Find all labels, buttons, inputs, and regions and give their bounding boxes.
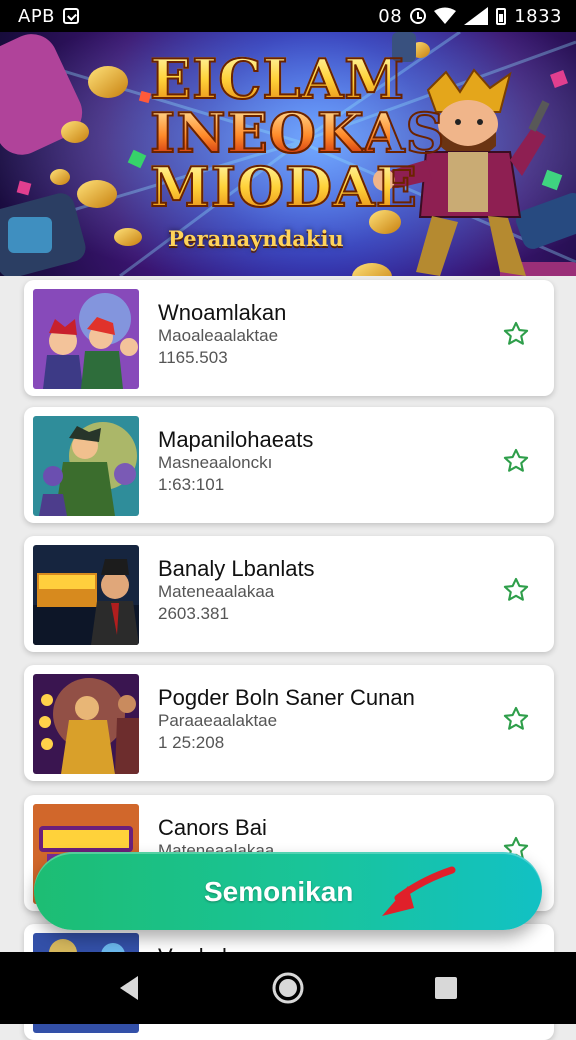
item-subtitle: Maoaleaalaktae <box>158 326 279 345</box>
game-thumbnail <box>33 289 139 389</box>
item-title: Mapanilohaeats <box>158 427 314 452</box>
status-indicator: 08 <box>378 5 403 27</box>
primary-cta-button[interactable]: Semonikan <box>34 852 542 930</box>
banner-title: EICLAM INEOKAS MIODAE <box>149 47 446 219</box>
list-item[interactable]: Banaly Lbanlats Mateneaalakaa 2603.381 <box>24 536 554 652</box>
item-subtitle: Mateneaalakaa <box>158 582 275 601</box>
list-item[interactable]: Mapanilohaeats Masneaalonckı 1:63:101 <box>24 407 554 523</box>
red-arrow-icon <box>382 866 456 916</box>
clock-time: 1833 <box>514 5 562 27</box>
star-outline-icon[interactable] <box>502 576 530 604</box>
status-right: 08 1833 <box>378 6 562 27</box>
cta-label: Semonikan <box>204 876 354 907</box>
item-count: 2603.381 <box>158 604 229 623</box>
item-title: Banaly Lbanlats <box>158 556 315 581</box>
battery-icon <box>496 7 507 25</box>
item-count: 1165.503 <box>158 348 228 367</box>
item-count: 1 25:208 <box>158 733 225 752</box>
alarm-icon <box>410 8 427 24</box>
item-count: 1:63:101 <box>158 475 225 494</box>
game-thumbnail <box>33 416 139 516</box>
status-bar: APB 08 1833 <box>0 0 576 32</box>
back-triangle-icon[interactable] <box>112 970 148 1006</box>
banner-title-line3: MIODAE <box>149 155 418 219</box>
star-outline-icon[interactable] <box>502 320 530 348</box>
signal-icon <box>464 7 489 25</box>
list-item[interactable]: Pogder Boln Saner Cunan Paraaeaalaktae 1… <box>24 665 554 781</box>
item-title: Canors Bai <box>158 815 267 840</box>
status-left: APB <box>18 5 80 27</box>
item-subtitle: Masneaalonckı <box>158 453 273 472</box>
list-item[interactable]: Wnoamlakan Maoaleaalaktae 1165.503 <box>24 280 554 396</box>
home-circle-icon[interactable] <box>270 970 306 1006</box>
banner-title-line1: EICLAM <box>149 47 406 111</box>
star-outline-icon[interactable] <box>502 705 530 733</box>
notification-icon <box>63 8 80 24</box>
item-title: Wnoamlakan <box>158 300 287 325</box>
banner-title-line2: INEOKAS <box>149 101 446 165</box>
carrier-label: APB <box>18 5 56 27</box>
banner-subtitle: Peranayndakiu <box>168 226 344 251</box>
game-thumbnail <box>33 674 139 774</box>
item-subtitle: Paraaeaalaktae <box>158 711 278 730</box>
promo-banner[interactable]: EICLAM INEOKAS MIODAE Peranayndakiu <box>0 32 576 276</box>
system-nav-bar <box>0 952 576 1024</box>
recents-square-icon[interactable] <box>428 970 464 1006</box>
wifi-icon <box>434 7 457 24</box>
game-thumbnail <box>33 545 139 645</box>
star-outline-icon[interactable] <box>502 447 530 475</box>
item-title: Pogder Boln Saner Cunan <box>158 685 415 710</box>
